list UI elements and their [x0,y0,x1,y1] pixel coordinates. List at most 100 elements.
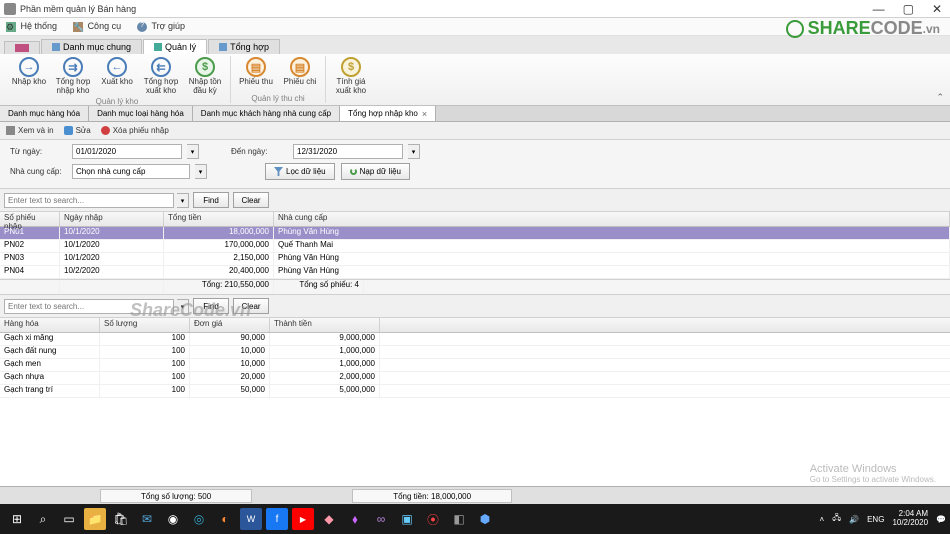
edit-icon [64,126,73,135]
tray-chevron-icon[interactable]: ˄ [820,515,825,524]
grid2-search-dropdown[interactable]: ▾ [177,299,189,314]
supplier-dropdown[interactable]: ▾ [195,164,207,179]
col-receipt-no[interactable]: Số phiếu nhập [0,212,60,226]
btn-import[interactable]: →Nhập kho [8,56,50,97]
tray-clock[interactable]: 2:04 AM10/2/2020 [892,510,928,528]
action-toolbar: Xem và in Sửa Xóa phiếu nhập [0,122,950,140]
item-row[interactable]: Gạch men10010,0001,000,000 [0,359,950,372]
app-icon-1[interactable]: ◆ [318,508,340,530]
taskbar: ⊞ ⌕ ▭ 📁 🛍 ✉ ◉ ◎ ◐ W f ▶ ◆ ⬧ ∞ ▣ ⦿ ◧ ⬢ ˄ … [0,504,950,534]
btn-opening[interactable]: $Nhập tồn đầu kỳ [184,56,226,97]
grid1-clear-button[interactable]: Clear [233,192,269,208]
btn-import-summary[interactable]: ⇉Tổng hợp nhập kho [52,56,94,97]
grid1-search-input[interactable] [4,193,174,208]
close-button[interactable]: ✕ [928,2,946,16]
minimize-button[interactable]: — [869,2,889,16]
reload-button[interactable]: Nạp dữ liệu [341,163,410,180]
app-icon-2[interactable]: ⬧ [344,508,366,530]
doc-tab-products[interactable]: Danh mục hàng hóa [0,106,89,121]
grid2-clear-button[interactable]: Clear [233,298,269,314]
grid2-search-input[interactable] [4,299,174,314]
tray-notifications-icon[interactable]: 💬 [936,515,946,524]
print-button[interactable]: Xem và in [6,126,54,135]
app-icon-4[interactable]: ◧ [448,508,470,530]
tray-lang[interactable]: ENG [867,515,884,524]
search-icon[interactable]: ⌕ [32,508,54,530]
app-icon-3[interactable]: ▣ [396,508,418,530]
doc-tab-customers[interactable]: Danh mục khách hàng nhà cung cấp [193,106,340,121]
grid2-find-button[interactable]: Find [193,298,229,314]
grid1-find-button[interactable]: Find [193,192,229,208]
item-row[interactable]: Gạch đất nung10010,0001,000,000 [0,346,950,359]
menu-tools[interactable]: 🔧 Công cụ [73,21,121,32]
close-tab-icon[interactable]: × [422,109,427,119]
btn-payment[interactable]: ▤Phiếu chi [279,56,321,88]
word-icon[interactable]: W [240,508,262,530]
from-date-input[interactable] [72,144,182,159]
store-icon[interactable]: 🛍 [110,508,132,530]
ribbon-tab-catalog[interactable]: Danh mục chung [41,39,142,54]
opening-icon: $ [195,57,215,77]
mail-icon[interactable]: ✉ [136,508,158,530]
delete-button[interactable]: Xóa phiếu nhập [101,126,169,135]
wrench-icon: 🔧 [73,22,83,32]
col-date[interactable]: Ngày nhập [60,212,164,226]
col-price[interactable]: Đơn giá [190,318,270,332]
receipt-row[interactable]: PN0110/1/202018,000,000Phùng Văn Hùng [0,227,950,240]
ribbon-tab-manage[interactable]: Quản lý [143,39,207,55]
app-icon-5[interactable]: ⬢ [474,508,496,530]
menu-help[interactable]: ? Trợ giúp [137,21,185,32]
col-product[interactable]: Hàng hóa [0,318,100,332]
col-supplier[interactable]: Nhà cung cấp [274,212,950,226]
edit-button[interactable]: Sửa [64,126,91,135]
receipt-row[interactable]: PN0210/1/2020170,000,000Quế Thanh Mai [0,240,950,253]
status-bar: Tổng số lượng: 500 Tổng tiền: 18,000,000 [0,486,950,504]
btn-cost[interactable]: $Tính giá xuất kho [330,56,372,97]
supplier-combo[interactable] [72,164,190,179]
ribbon-tab-summary[interactable]: Tổng hợp [208,39,280,54]
record-icon[interactable]: ⦿ [422,508,444,530]
receipt-row[interactable]: PN0310/1/20202,150,000Phùng Văn Hùng [0,253,950,266]
youtube-icon[interactable]: ▶ [292,508,314,530]
to-date-dropdown[interactable]: ▾ [408,144,420,159]
btn-receipt[interactable]: ▤Phiếu thu [235,56,277,88]
to-date-label: Đến ngày: [231,147,287,156]
col-total[interactable]: Tổng tiền [164,212,274,226]
vs-icon[interactable]: ∞ [370,508,392,530]
ribbon-tab-file[interactable] [4,41,40,54]
btn-export[interactable]: ←Xuất kho [96,56,138,97]
item-row[interactable]: Gạch nhựa10020,0002,000,000 [0,372,950,385]
start-button[interactable]: ⊞ [6,508,28,530]
filter-button[interactable]: Lọc dữ liệu [265,163,335,180]
firefox-icon[interactable]: ◐ [214,508,236,530]
task-view-icon[interactable]: ▭ [58,508,80,530]
window-title: Phần mềm quản lý Bán hàng [20,4,869,14]
btn-export-summary[interactable]: ⇇Tổng hợp xuất kho [140,56,182,97]
explorer-icon[interactable]: 📁 [84,508,106,530]
from-date-dropdown[interactable]: ▾ [187,144,199,159]
menu-system[interactable]: ⚙ Hệ thống [6,21,57,32]
doc-tab-product-types[interactable]: Danh mục loại hàng hóa [89,106,193,121]
chrome-icon[interactable]: ◉ [162,508,184,530]
maximize-button[interactable]: ▢ [899,2,918,16]
facebook-icon[interactable]: f [266,508,288,530]
col-qty[interactable]: Số lượng [100,318,190,332]
ribbon-group-warehouse: →Nhập kho ⇉Tổng hợp nhập kho ←Xuất kho ⇇… [4,56,231,103]
items-grid: Hàng hóa Số lượng Đơn giá Thành tiền Gạc… [0,318,950,398]
ribbon-collapse[interactable]: ⌃ [936,92,944,103]
item-row[interactable]: Gạch trang trí10050,0005,000,000 [0,385,950,398]
col-amount[interactable]: Thành tiền [270,318,380,332]
ribbon: →Nhập kho ⇉Tổng hợp nhập kho ←Xuất kho ⇇… [0,54,950,106]
receipt-row[interactable]: PN0410/2/202020,400,000Phùng Văn Hùng [0,266,950,279]
tray-network-icon[interactable]: 🖧 [832,512,841,526]
gear-icon: ⚙ [6,22,16,32]
item-row[interactable]: Gạch xi măng10090,0009,000,000 [0,333,950,346]
to-date-input[interactable] [293,144,403,159]
tray-volume-icon[interactable]: 🔊 [849,515,859,524]
grid1-search-dropdown[interactable]: ▾ [177,193,189,208]
status-qty: Tổng số lượng: 500 [100,489,252,503]
edge-icon[interactable]: ◎ [188,508,210,530]
print-icon [6,126,15,135]
filter-panel: Từ ngày: ▾ Đến ngày: ▾ Nhà cung cấp: ▾ L… [0,140,950,189]
doc-tab-import-summary[interactable]: Tổng hợp nhập kho× [340,106,436,121]
